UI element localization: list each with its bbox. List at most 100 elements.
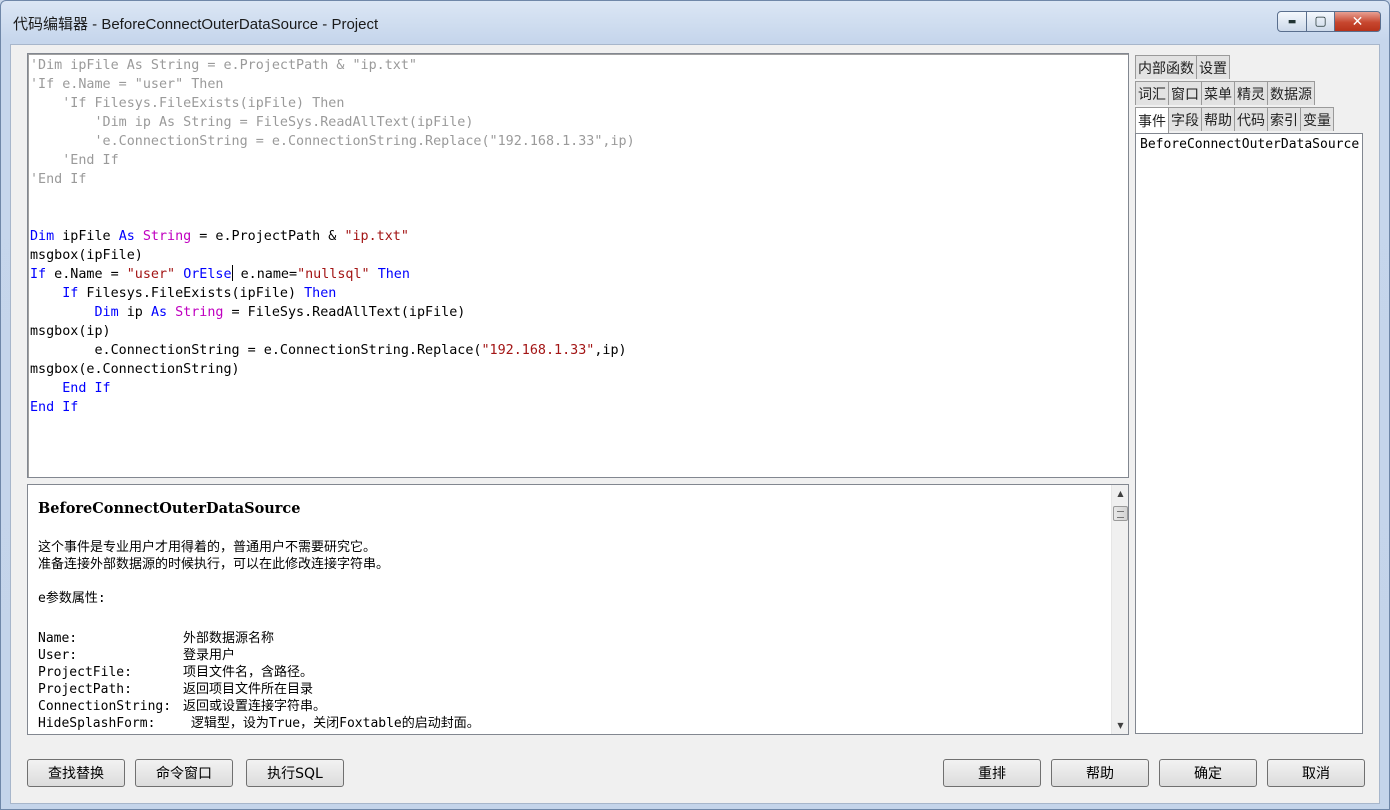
code-token: 'Dim ipFile As String = e.ProjectPath & … [30,58,417,73]
prop-name: ProjectFile: [38,665,132,680]
code-token: 'End If [30,172,87,187]
code-line[interactable]: 'Dim ipFile As String = e.ProjectPath & … [30,56,635,75]
code-line[interactable]: End If [30,379,635,398]
code-line[interactable]: 'End If [30,151,635,170]
code-token: Then [304,286,337,301]
tab-row3-0[interactable]: 事件 [1135,107,1169,133]
side-tabs: 内部函数 设置 词汇 窗口 菜单 精灵 数据源 事件 字段 帮助 代码 索引 变量 [1135,53,1371,135]
exec-sql-button[interactable]: 执行SQL [246,759,344,787]
command-window-button[interactable]: 命令窗口 [135,759,233,787]
close-icon: ✕ [1351,13,1364,30]
ok-button[interactable]: 确定 [1159,759,1257,787]
help-description-1: 这个事件是专业用户才用得着的，普通用户不需要研究它。 [38,540,377,555]
prop-row: HideSplashForm: 逻辑型，设为True，关闭Foxtable的启动… [38,715,480,732]
event-list-item[interactable]: BeforeConnectOuterDataSource [1140,137,1362,152]
code-token: 'If e.Name = "user" Then [30,77,224,92]
prop-row: User: 登录用户 [38,647,480,664]
prop-desc: 返回或设置连接字符串。 [183,699,327,714]
props-heading: e参数属性: [38,591,106,606]
help-scrollbar[interactable]: ▲ ▼ [1111,485,1128,734]
find-replace-button[interactable]: 查找替换 [27,759,125,787]
code-line[interactable]: 'End If [30,170,635,189]
code-token: 'End If [30,153,119,168]
tab-row-1: 内部函数 设置 [1135,55,1230,79]
code-token: 'Dim ip As String = FileSys.ReadAllText(… [30,115,474,130]
code-token: e.ConnectionString = e.ConnectionString.… [30,343,482,358]
code-token: 'e.ConnectionString = e.ConnectionString… [30,134,635,149]
tab-row-2: 词汇 窗口 菜单 精灵 数据源 [1135,81,1315,105]
code-token: Filesys.FileExists(ipFile) [78,286,305,301]
code-line[interactable]: msgbox(e.ConnectionString) [30,360,635,379]
code-token: Dim [30,229,55,244]
code-editor[interactable]: 'Dim ipFile As String = e.ProjectPath & … [27,53,1129,478]
tab-row3-5[interactable]: 变量 [1300,107,1334,131]
cancel-button[interactable]: 取消 [1267,759,1365,787]
tab-row2-3[interactable]: 精灵 [1234,81,1268,105]
code-line[interactable]: If e.Name = "user" OrElse e.name="nullsq… [30,265,635,284]
tab-row2-0[interactable]: 词汇 [1135,81,1169,105]
tab-row3-3[interactable]: 代码 [1234,107,1268,131]
tab-row3-4[interactable]: 索引 [1267,107,1301,131]
minimize-icon: ▬ [1287,16,1297,27]
code-line[interactable]: If Filesys.FileExists(ipFile) Then [30,284,635,303]
code-line[interactable]: Dim ipFile As String = e.ProjectPath & "… [30,227,635,246]
code-token: String [175,305,224,320]
prop-desc: 项目文件名，含路径。 [183,665,314,680]
code-line[interactable]: msgbox(ip) [30,322,635,341]
code-line[interactable] [30,208,635,227]
prop-name: Name: [38,631,78,646]
tab-row1-0[interactable]: 内部函数 [1135,55,1197,79]
rearrange-button[interactable]: 重排 [943,759,1041,787]
tab-row2-4[interactable]: 数据源 [1267,81,1315,105]
prop-row: ProjectFile: 项目文件名，含路径。 [38,664,480,681]
prop-desc: 返回项目文件所在目录 [183,682,314,697]
tab-row3-2[interactable]: 帮助 [1201,107,1235,131]
code-line[interactable]: 'If e.Name = "user" Then [30,75,635,94]
tab-row2-1[interactable]: 窗口 [1168,81,1202,105]
prop-desc: 外部数据源名称 [183,631,275,646]
code-token: As [118,229,135,244]
maximize-button[interactable]: ▢ [1307,11,1335,32]
prop-name: HideSplashForm: [38,716,156,731]
code-line[interactable]: End If [30,398,635,417]
code-token: "192.168.1.33" [481,343,595,358]
event-list[interactable]: BeforeConnectOuterDataSource [1135,133,1363,734]
prop-desc: 登录用户 [183,648,236,663]
code-token: e.name= [232,267,298,282]
scroll-thumb[interactable] [1113,506,1128,521]
code-line[interactable]: e.ConnectionString = e.ConnectionString.… [30,341,635,360]
code-line[interactable]: 'If Filesys.FileExists(ipFile) Then [30,94,635,113]
tab-row1-1[interactable]: 设置 [1196,55,1230,79]
code-token: Dim [94,305,119,320]
code-token: = FileSys.ReadAllText(ipFile) [223,305,466,320]
minimize-button[interactable]: ▬ [1277,11,1307,32]
code-line[interactable]: Dim ip As String = FileSys.ReadAllText(i… [30,303,635,322]
code-line[interactable]: 'e.ConnectionString = e.ConnectionString… [30,132,635,151]
code-text[interactable]: 'Dim ipFile As String = e.ProjectPath & … [30,56,635,417]
tab-row3-1[interactable]: 字段 [1168,107,1202,131]
code-token: End If [30,400,79,415]
caption-buttons: ▬ ▢ ✕ [1277,11,1381,32]
tab-row2-2[interactable]: 菜单 [1201,81,1235,105]
code-token: msgbox(e.ConnectionString) [30,362,240,377]
close-button[interactable]: ✕ [1335,11,1381,32]
code-token: If [30,267,47,282]
help-panel[interactable]: BeforeConnectOuterDataSource 这个事件是专业用户才用… [27,484,1129,735]
code-line[interactable] [30,189,635,208]
code-token: ipFile [54,229,119,244]
help-title: BeforeConnectOuterDataSource [38,500,301,517]
code-token: End If [62,381,111,396]
code-line[interactable]: msgbox(ipFile) [30,246,635,265]
title-bar[interactable]: 代码编辑器 - BeforeConnectOuterDataSource - P… [1,1,1389,45]
code-token: OrElse [183,267,232,282]
scroll-down-arrow-icon[interactable]: ▼ [1112,717,1128,734]
window-title: 代码编辑器 - BeforeConnectOuterDataSource - P… [13,16,379,33]
help-button[interactable]: 帮助 [1051,759,1149,787]
code-line[interactable]: 'Dim ip As String = FileSys.ReadAllText(… [30,113,635,132]
scroll-up-arrow-icon[interactable]: ▲ [1112,485,1128,502]
